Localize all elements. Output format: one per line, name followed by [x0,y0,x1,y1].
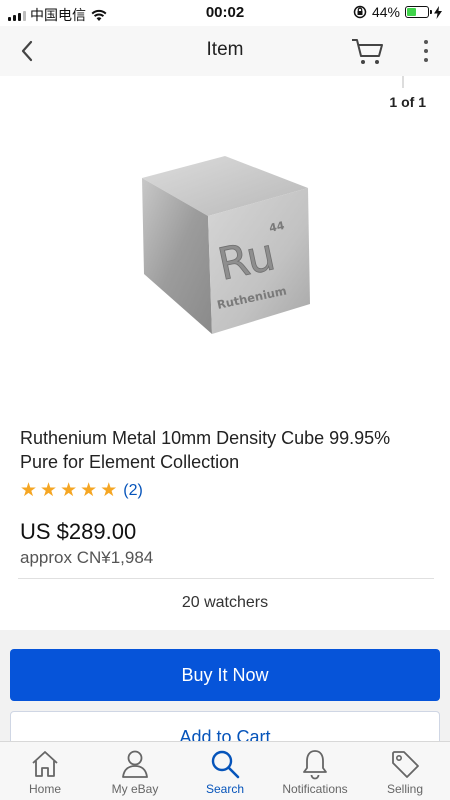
tab-my-ebay[interactable]: My eBay [90,742,180,800]
tab-notifications[interactable]: Notifications [270,742,360,800]
status-right: 44% [353,4,442,20]
chevron-left-icon [21,40,33,62]
charging-icon [434,5,442,19]
nav-bar: Item [0,26,450,76]
tab-selling[interactable]: Selling [360,742,450,800]
star-icon: ★ [60,480,78,501]
person-icon [122,750,148,778]
battery-icon [405,6,432,18]
cart-icon [352,39,383,64]
status-bar: 中国电信 00:02 44% [0,0,450,26]
rotation-lock-icon [353,5,367,19]
tab-search[interactable]: Search [180,742,270,800]
home-icon [32,751,58,777]
watchers-count: 20 watchers [181,594,269,611]
star-icon: ★ [100,480,118,501]
image-gallery[interactable]: 1 of 1 44 Ru Ruthenium [0,76,450,406]
star-icon: ★ [20,480,38,501]
divider [18,578,434,579]
back-button[interactable] [12,36,42,66]
product-image[interactable]: 44 Ru Ruthenium [130,156,330,336]
tab-label: Notifications [282,782,348,796]
price: US $289.00 [20,519,137,544]
gallery-scroll-indicator [402,76,404,88]
star-icon: ★ [40,480,58,501]
tag-icon [392,751,419,778]
cart-button[interactable] [350,36,386,66]
tab-label: My eBay [111,782,159,796]
rating-count-link[interactable]: (2) [123,482,143,500]
listing-title: Ruthenium Metal 10mm Density Cube 99.95%… [20,428,391,472]
buy-it-now-button[interactable]: Buy It Now [10,649,440,701]
tab-label: Selling [386,782,424,796]
more-options-button[interactable] [414,37,438,65]
battery-percent: 44% [371,4,400,20]
tab-home[interactable]: Home [0,742,90,800]
rating[interactable]: ★ ★ ★ ★ ★ (2) [20,480,143,501]
bell-icon [303,750,327,780]
approx-price: approx CN¥1,984 [20,548,154,567]
more-vertical-icon [424,40,428,44]
tab-label: Search [205,782,245,796]
tab-label: Home [28,782,61,796]
search-icon [211,750,240,779]
star-icon: ★ [80,480,98,501]
tab-bar: Home My eBay Search Notifications Sellin… [0,741,450,800]
photo-count: 1 of 1 [389,94,426,110]
